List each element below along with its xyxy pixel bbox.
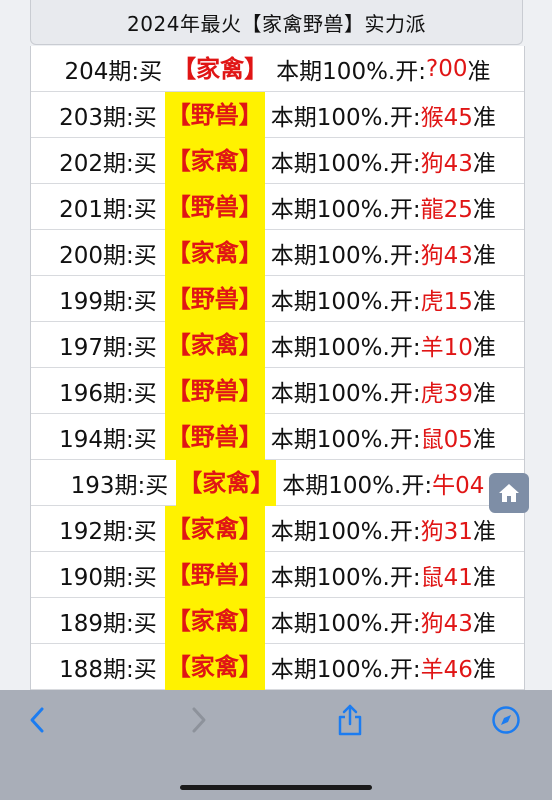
table-row: 188期:买 【家禽】 本期100%.开: 羊46 准: [31, 643, 524, 690]
table-row: 192期:买 【家禽】 本期100%.开: 狗31 准: [31, 505, 524, 552]
back-button[interactable]: [22, 704, 54, 736]
pick-label: 【野兽】: [164, 183, 265, 230]
accuracy-label: 本期100%.开:: [270, 150, 421, 177]
period-label: 188期:买: [59, 656, 157, 683]
pick-label: 【野兽】: [164, 275, 265, 322]
result-label: 狗43: [420, 150, 473, 177]
pick-label: 【野兽】: [164, 91, 265, 138]
period-label: 203期:买: [59, 104, 157, 131]
period-label: 197期:买: [59, 334, 157, 361]
result-label: 牛04: [432, 472, 485, 499]
home-icon: [499, 484, 519, 502]
chevron-right-icon: [192, 707, 206, 733]
result-label: 羊46: [420, 656, 473, 683]
result-label: 鼠05: [420, 426, 473, 453]
result-label: ?00: [426, 55, 468, 82]
forward-button[interactable]: [182, 704, 214, 736]
page-title-bar: 2024年最火【家禽野兽】实力派: [30, 0, 523, 45]
table-row: 204期:买 【家禽】 本期100%.开: ?00 准: [31, 46, 524, 92]
table-row: 196期:买 【野兽】 本期100%.开: 虎39 准: [31, 367, 524, 414]
pick-label: 【野兽】: [164, 413, 265, 460]
page-title: 2024年最火【家禽野兽】实力派: [127, 11, 426, 36]
pick-label: 【家禽】: [164, 229, 265, 276]
result-label: 羊10: [420, 334, 473, 361]
result-label: 鼠41: [420, 564, 473, 591]
suffix-label: 准: [472, 610, 496, 637]
table-row: 199期:买 【野兽】 本期100%.开: 虎15 准: [31, 275, 524, 322]
home-button[interactable]: [489, 473, 529, 513]
pick-label: 【野兽】: [164, 551, 265, 598]
chevron-left-icon: [30, 707, 44, 733]
share-button[interactable]: [334, 704, 366, 736]
prediction-table: 204期:买 【家禽】 本期100%.开: ?00 准 203期:买 【野兽】 本期…: [30, 46, 525, 690]
pick-label: 【家禽】: [164, 597, 265, 644]
accuracy-label: 本期100%.开:: [270, 196, 421, 223]
accuracy-label: 本期100%.开:: [270, 288, 421, 315]
suffix-label: 准: [472, 104, 496, 131]
page-content: 2024年最火【家禽野兽】实力派 204期:买 【家禽】 本期100%.开: ?0…: [0, 0, 552, 690]
accuracy-label: 本期100%.开:: [270, 610, 421, 637]
suffix-label: 准: [472, 518, 496, 545]
accuracy-label: 本期100%.开:: [270, 564, 421, 591]
suffix-label: 准: [467, 58, 491, 85]
table-row: 189期:买 【家禽】 本期100%.开: 狗43 准: [31, 597, 524, 644]
result-label: 龍25: [420, 196, 473, 223]
period-label: 201期:买: [59, 196, 157, 223]
suffix-label: 准: [472, 426, 496, 453]
browser-toolbar: [0, 690, 552, 800]
pick-label: 【家禽】: [176, 459, 277, 506]
suffix-label: 准: [472, 150, 496, 177]
pick-label: 【家禽】: [164, 137, 265, 184]
suffix-label: 准: [472, 334, 496, 361]
pick-label: 【家禽】: [172, 54, 269, 83]
period-label: 202期:买: [59, 150, 157, 177]
table-row: 203期:买 【野兽】 本期100%.开: 猴45 准: [31, 91, 524, 138]
pick-label: 【家禽】: [164, 643, 265, 690]
compass-icon: [492, 706, 520, 734]
result-label: 狗31: [420, 518, 473, 545]
period-label: 192期:买: [59, 518, 157, 545]
accuracy-label: 本期100%.开:: [270, 380, 421, 407]
table-row: 202期:买 【家禽】 本期100%.开: 狗43 准: [31, 137, 524, 184]
period-label: 189期:买: [59, 610, 157, 637]
accuracy-label: 本期100%.开:: [270, 104, 421, 131]
pick-label: 【家禽】: [164, 321, 265, 368]
suffix-label: 准: [472, 242, 496, 269]
suffix-label: 准: [472, 196, 496, 223]
period-label: 199期:买: [59, 288, 157, 315]
accuracy-label: 本期100%.开:: [270, 242, 421, 269]
table-row: 194期:买 【野兽】 本期100%.开: 鼠05 准: [31, 413, 524, 460]
period-label: 190期:买: [59, 564, 157, 591]
suffix-label: 准: [472, 564, 496, 591]
browser-button[interactable]: [490, 704, 522, 736]
table-row: 190期:买 【野兽】 本期100%.开: 鼠41 准: [31, 551, 524, 598]
accuracy-label: 本期100%.开:: [270, 426, 421, 453]
table-row: 197期:买 【家禽】 本期100%.开: 羊10 准: [31, 321, 524, 368]
result-label: 狗43: [420, 610, 473, 637]
period-label: 204期:买: [64, 58, 163, 85]
accuracy-label: 本期100%.开:: [270, 656, 421, 683]
period-label: 200期:买: [59, 242, 157, 269]
share-icon: [338, 704, 362, 736]
pick-label: 【家禽】: [164, 505, 265, 552]
period-label: 194期:买: [59, 426, 157, 453]
period-label: 193期:买: [70, 472, 169, 499]
suffix-label: 准: [472, 288, 496, 315]
home-indicator[interactable]: [180, 785, 372, 790]
pick-label: 【野兽】: [164, 367, 265, 414]
suffix-label: 准: [472, 380, 496, 407]
period-label: 196期:买: [59, 380, 157, 407]
result-label: 虎39: [420, 380, 473, 407]
accuracy-label: 本期100%.开:: [270, 334, 421, 361]
table-row: 201期:买 【野兽】 本期100%.开: 龍25 准: [31, 183, 524, 230]
suffix-label: 准: [472, 656, 496, 683]
result-label: 狗43: [420, 242, 473, 269]
accuracy-label: 本期100%.开:: [270, 518, 421, 545]
accuracy-label: 本期100%.开:: [276, 58, 426, 85]
result-label: 猴45: [420, 104, 473, 131]
result-label: 虎15: [420, 288, 473, 315]
accuracy-label: 本期100%.开:: [282, 472, 433, 499]
table-row: 200期:买 【家禽】 本期100%.开: 狗43 准: [31, 229, 524, 276]
table-row: 193期:买 【家禽】 本期100%.开: 牛04: [31, 459, 524, 506]
